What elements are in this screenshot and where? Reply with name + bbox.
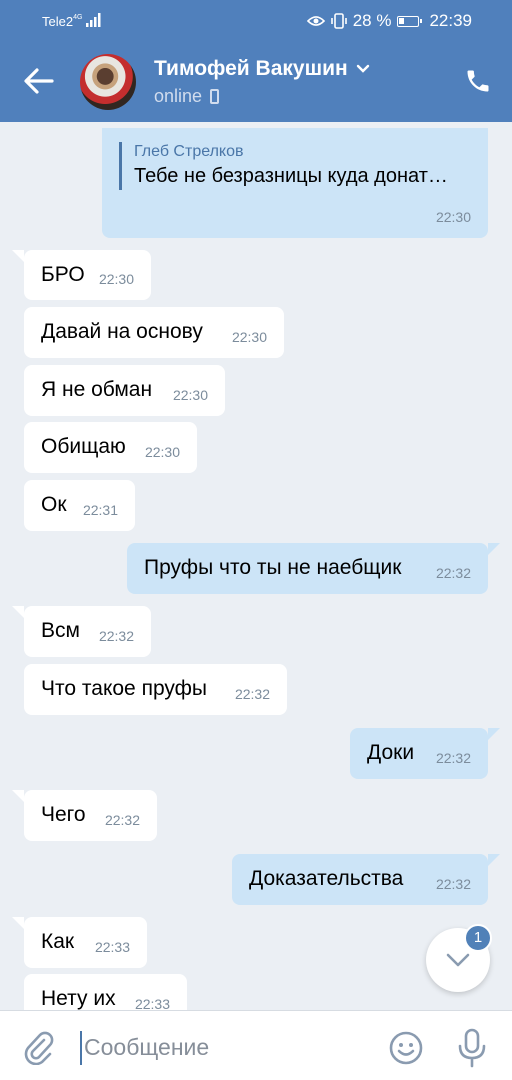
message-text: Что такое пруфы — [41, 677, 208, 700]
message-time: 22:31 — [82, 502, 118, 518]
scroll-to-bottom-button[interactable]: 1 — [426, 924, 492, 992]
message-text: Давай на основу — [41, 320, 203, 343]
message-time: 22:33 — [94, 939, 130, 955]
message-time: 22:32 — [435, 565, 471, 581]
presence-status: online — [154, 86, 220, 107]
message-time: 22:32 — [104, 812, 140, 828]
message-text: БРО — [41, 263, 85, 286]
message-bubble-outgoing[interactable]: Глеб Стрелков Тебе не безразницы куда до… — [102, 128, 488, 238]
message-text: Ок — [41, 493, 67, 516]
quote-author: Глеб Стрелков — [134, 143, 244, 160]
paperclip-icon[interactable] — [22, 1031, 56, 1065]
avatar[interactable] — [80, 54, 136, 110]
battery-icon — [397, 15, 423, 27]
message-bubble-incoming[interactable]: Что такое пруфы 22:32 — [24, 664, 287, 715]
emoji-icon[interactable] — [388, 1030, 424, 1066]
chevron-down-icon — [356, 64, 369, 73]
message-text: Всм — [41, 619, 80, 642]
call-icon[interactable] — [464, 67, 492, 95]
message-composer — [0, 1010, 512, 1080]
message-time: 22:30 — [231, 329, 267, 345]
message-time: 22:32 — [435, 750, 471, 766]
message-time: 22:30 — [98, 271, 134, 287]
message-bubble-incoming[interactable]: Всм 22:32 — [12, 606, 151, 657]
chevron-down-icon — [446, 953, 470, 967]
clock: 22:39 — [429, 11, 472, 30]
contact-name: Тимофей Вакушин — [154, 57, 348, 80]
message-bubble-incoming[interactable]: БРО 22:30 — [12, 250, 151, 300]
vibrate-icon — [330, 13, 347, 29]
microphone-icon[interactable] — [456, 1028, 488, 1068]
message-bubble-incoming[interactable]: Как 22:33 — [12, 917, 147, 968]
message-text: Чего — [41, 803, 86, 826]
quoted-message[interactable]: Глеб Стрелков Тебе не безразницы куда до… — [119, 142, 469, 190]
message-time: 22:30 — [144, 444, 180, 460]
message-bubble-incoming[interactable]: Чего 22:32 — [12, 790, 157, 841]
message-time: 22:32 — [435, 876, 471, 892]
text-cursor — [80, 1031, 82, 1065]
message-text: Пруфы что ты не наебщик — [144, 556, 402, 579]
message-bubble-incoming[interactable]: Я не обман 22:30 — [24, 365, 225, 416]
message-text: Обищаю — [41, 435, 126, 458]
message-time: 22:30 — [172, 387, 208, 403]
battery-percent: 28 % — [352, 11, 392, 30]
eye-icon — [306, 16, 325, 26]
signal-icon — [86, 13, 101, 27]
message-bubble-outgoing[interactable]: Доказательства 22:32 — [232, 854, 500, 905]
quote-text: Тебе не безразницы куда донат… — [134, 165, 448, 187]
message-text: Я не обман — [41, 378, 153, 401]
message-text: Доказательства — [249, 867, 404, 890]
message-bubble-outgoing[interactable]: Пруфы что ты не наебщик 22:32 — [127, 543, 500, 594]
message-bubble-incoming[interactable]: Обищаю 22:30 — [24, 422, 197, 473]
message-text: Доки — [367, 741, 415, 764]
message-bubble-outgoing[interactable]: Доки 22:32 — [350, 728, 500, 779]
message-time: 22:32 — [98, 628, 134, 644]
message-list[interactable]: Глеб Стрелков Тебе не безразницы куда до… — [0, 122, 512, 1010]
message-input[interactable] — [84, 1027, 374, 1067]
message-text: Нету их — [41, 987, 116, 1010]
message-time: 22:32 — [234, 686, 270, 702]
unread-badge: 1 — [464, 924, 492, 952]
message-text: Как — [41, 930, 75, 953]
message-time: 22:33 — [134, 996, 170, 1010]
contact-name-row[interactable]: Тимофей Вакушин — [154, 57, 370, 81]
message-bubble-incoming[interactable]: Ок 22:31 — [24, 480, 135, 531]
message-bubble-incoming[interactable]: Нету их 22:33 — [24, 974, 187, 1010]
chat-header: Тимофей Вакушин online — [0, 42, 512, 122]
message-bubble-incoming[interactable]: Давай на основу 22:30 — [24, 307, 284, 358]
mobile-phone-icon — [210, 89, 220, 104]
message-time: 22:30 — [435, 209, 471, 225]
status-bar: Tele24G 28 % 22:39 — [0, 0, 512, 42]
carrier-name: Tele24G — [42, 14, 83, 29]
back-arrow-icon[interactable] — [22, 66, 56, 96]
